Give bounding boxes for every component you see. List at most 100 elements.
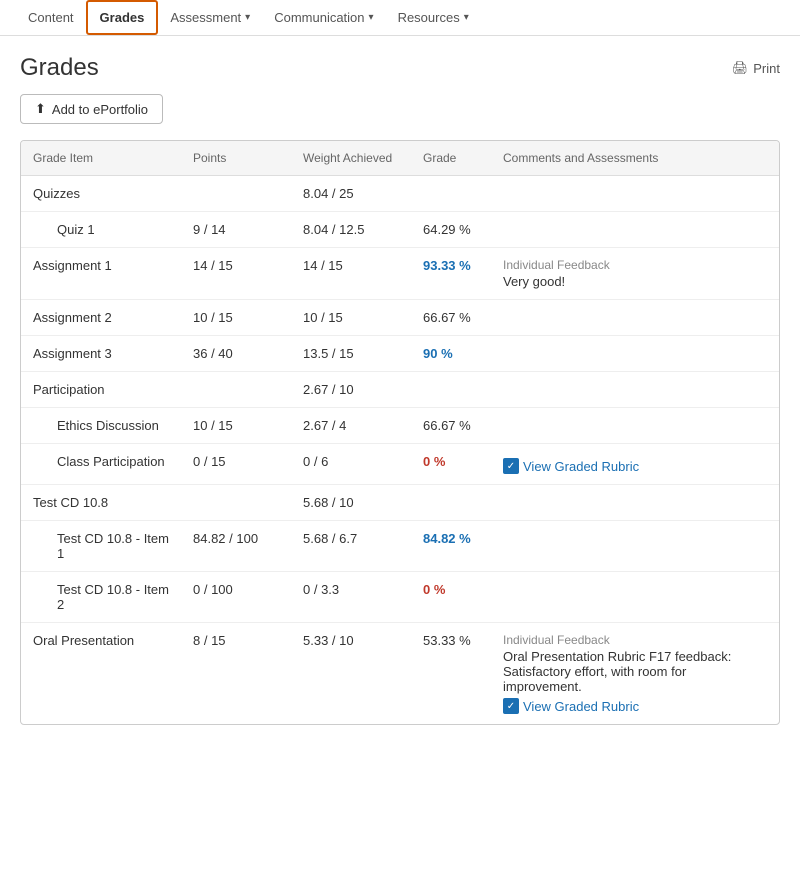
nav-item-grades[interactable]: Grades bbox=[86, 0, 159, 35]
cell-points: 8 / 15 bbox=[181, 623, 291, 725]
cell-grade bbox=[411, 176, 491, 212]
grade-value: 93.33 % bbox=[423, 258, 471, 273]
toolbar: ⬆ Add to ePortfolio bbox=[0, 94, 800, 140]
col-header-points: Points bbox=[181, 141, 291, 176]
table-row: Ethics Discussion10 / 152.67 / 466.67 % bbox=[21, 408, 779, 444]
cell-grade: 90 % bbox=[411, 336, 491, 372]
cell-comments: Individual Feedback Oral Presentation Rub… bbox=[491, 623, 779, 725]
table-row: Assignment 210 / 1510 / 1566.67 % bbox=[21, 300, 779, 336]
cell-comments bbox=[491, 572, 779, 623]
comment-label: Individual Feedback bbox=[503, 258, 767, 272]
cell-weight: 5.68 / 10 bbox=[291, 485, 411, 521]
cell-points: 36 / 40 bbox=[181, 336, 291, 372]
cell-comments bbox=[491, 372, 779, 408]
cell-comments bbox=[491, 176, 779, 212]
cell-grade: 0 % bbox=[411, 572, 491, 623]
view-graded-rubric-link[interactable]: ✓ View Graded Rubric bbox=[503, 458, 639, 474]
print-icon: 🖨 bbox=[732, 60, 749, 76]
col-header-comments: Comments and Assessments bbox=[491, 141, 779, 176]
cell-grade: 53.33 % bbox=[411, 623, 491, 725]
cell-weight: 5.33 / 10 bbox=[291, 623, 411, 725]
table-header: Grade Item Points Weight Achieved Grade … bbox=[21, 141, 779, 176]
cell-points bbox=[181, 176, 291, 212]
cell-points: 9 / 14 bbox=[181, 212, 291, 248]
chevron-down-icon: ▾ bbox=[464, 12, 469, 23]
cell-comments bbox=[491, 300, 779, 336]
cell-item: Assignment 1 bbox=[21, 248, 181, 300]
grade-value: 90 % bbox=[423, 346, 453, 361]
cell-points: 0 / 15 bbox=[181, 444, 291, 485]
cell-points: 14 / 15 bbox=[181, 248, 291, 300]
cell-item: Oral Presentation bbox=[21, 623, 181, 725]
grades-table-wrapper: Grade Item Points Weight Achieved Grade … bbox=[20, 140, 780, 725]
comment-text: Oral Presentation Rubric F17 feedback: S… bbox=[503, 649, 767, 694]
grade-value: 84.82 % bbox=[423, 531, 471, 546]
grades-tbody: Quizzes 8.04 / 25Quiz 19 / 148.04 / 12.56… bbox=[21, 176, 779, 725]
nav-item-content[interactable]: Content bbox=[16, 2, 86, 33]
cell-comments bbox=[491, 485, 779, 521]
rubric-icon: ✓ bbox=[503, 698, 519, 714]
table-row: Test CD 10.8 - Item 184.82 / 1005.68 / 6… bbox=[21, 521, 779, 572]
cell-points: 84.82 / 100 bbox=[181, 521, 291, 572]
col-header-item: Grade Item bbox=[21, 141, 181, 176]
cell-points: 0 / 100 bbox=[181, 572, 291, 623]
table-row: Class Participation0 / 150 / 60 % ✓ View… bbox=[21, 444, 779, 485]
page-title: Grades bbox=[20, 54, 99, 82]
table-row: Assignment 336 / 4013.5 / 15 90 % bbox=[21, 336, 779, 372]
cell-grade: 64.29 % bbox=[411, 212, 491, 248]
cell-comments bbox=[491, 336, 779, 372]
cell-item: Class Participation bbox=[21, 444, 181, 485]
cell-item: Participation bbox=[21, 372, 181, 408]
cell-weight: 13.5 / 15 bbox=[291, 336, 411, 372]
chevron-down-icon: ▾ bbox=[369, 12, 374, 23]
table-row: Assignment 114 / 1514 / 1593.33 %Individ… bbox=[21, 248, 779, 300]
table-row: Test CD 10.8 - Item 20 / 1000 / 3.3 0 % bbox=[21, 572, 779, 623]
cell-grade bbox=[411, 485, 491, 521]
cell-item: Quizzes bbox=[21, 176, 181, 212]
upload-icon: ⬆ bbox=[35, 101, 46, 117]
cell-item: Assignment 2 bbox=[21, 300, 181, 336]
comment-text: Very good! bbox=[503, 274, 767, 289]
cell-weight: 2.67 / 4 bbox=[291, 408, 411, 444]
cell-grade: 84.82 % bbox=[411, 521, 491, 572]
cell-grade: 93.33 % bbox=[411, 248, 491, 300]
cell-points bbox=[181, 485, 291, 521]
nav-bar: Content Grades Assessment ▾ Communicatio… bbox=[0, 0, 800, 36]
cell-item: Ethics Discussion bbox=[21, 408, 181, 444]
grades-table: Grade Item Points Weight Achieved Grade … bbox=[21, 141, 779, 724]
comment-label: Individual Feedback bbox=[503, 633, 767, 647]
cell-points: 10 / 15 bbox=[181, 300, 291, 336]
nav-item-communication[interactable]: Communication ▾ bbox=[262, 2, 385, 33]
cell-points bbox=[181, 372, 291, 408]
cell-item: Test CD 10.8 - Item 2 bbox=[21, 572, 181, 623]
nav-item-resources[interactable]: Resources ▾ bbox=[386, 2, 481, 33]
cell-item: Test CD 10.8 - Item 1 bbox=[21, 521, 181, 572]
rubric-link-label: View Graded Rubric bbox=[523, 459, 639, 474]
cell-item: Quiz 1 bbox=[21, 212, 181, 248]
cell-weight: 10 / 15 bbox=[291, 300, 411, 336]
rubric-icon: ✓ bbox=[503, 458, 519, 474]
cell-grade: 0 % bbox=[411, 444, 491, 485]
cell-comments: Individual Feedback Very good! bbox=[491, 248, 779, 300]
cell-grade bbox=[411, 372, 491, 408]
view-graded-rubric-link[interactable]: ✓ View Graded Rubric bbox=[503, 698, 639, 714]
cell-item: Assignment 3 bbox=[21, 336, 181, 372]
cell-comments bbox=[491, 408, 779, 444]
rubric-link-label: View Graded Rubric bbox=[523, 699, 639, 714]
table-row: Participation 2.67 / 10 bbox=[21, 372, 779, 408]
grade-value: 0 % bbox=[423, 582, 445, 597]
nav-item-assessment[interactable]: Assessment ▾ bbox=[158, 2, 262, 33]
cell-comments: ✓ View Graded Rubric bbox=[491, 444, 779, 485]
print-button[interactable]: 🖨 Print bbox=[732, 60, 780, 76]
add-to-eportfolio-button[interactable]: ⬆ Add to ePortfolio bbox=[20, 94, 163, 124]
cell-comments bbox=[491, 521, 779, 572]
cell-points: 10 / 15 bbox=[181, 408, 291, 444]
grade-value: 0 % bbox=[423, 454, 445, 469]
cell-weight: 8.04 / 25 bbox=[291, 176, 411, 212]
cell-weight: 5.68 / 6.7 bbox=[291, 521, 411, 572]
cell-weight: 0 / 3.3 bbox=[291, 572, 411, 623]
table-row: Quiz 19 / 148.04 / 12.564.29 % bbox=[21, 212, 779, 248]
cell-weight: 2.67 / 10 bbox=[291, 372, 411, 408]
table-row: Test CD 10.85.68 / 10 bbox=[21, 485, 779, 521]
table-row: Oral Presentation8 / 155.33 / 1053.33 %I… bbox=[21, 623, 779, 725]
